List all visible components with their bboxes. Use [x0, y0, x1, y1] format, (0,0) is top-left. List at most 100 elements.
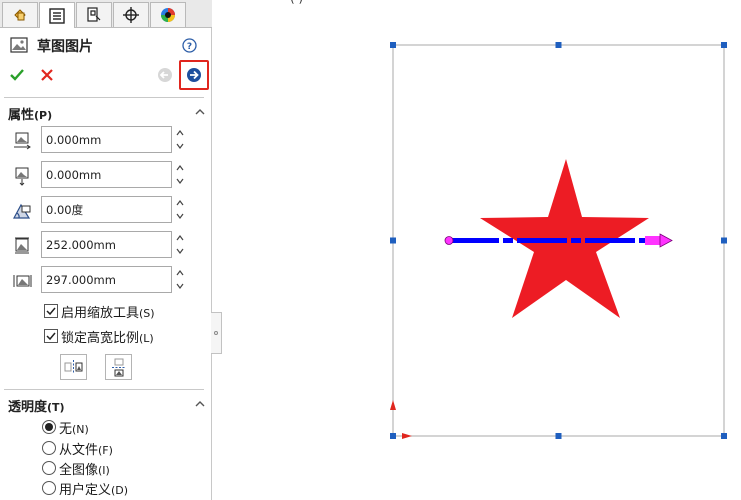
width-field[interactable]: 297.000mm [41, 266, 172, 293]
check-icon [46, 307, 56, 316]
radio-label: 用户定义(D) [59, 479, 128, 498]
crosshair-icon [123, 7, 139, 23]
property-manager-panel: 草图图片 ? 属性(P) 0.000mm 0.000mm 0.00度 252.0… [0, 0, 212, 500]
origin-x-field[interactable]: 0.000mm [41, 126, 172, 153]
feature-manager-icon [14, 9, 26, 21]
flip-vertical-button[interactable] [105, 354, 132, 380]
tab-display-manager[interactable] [150, 2, 186, 27]
transparency-heading: 透明度 [8, 400, 48, 415]
radio-hotkey: (D) [111, 483, 129, 497]
origin-y-row: 0.000mm [0, 161, 212, 189]
resize-handle[interactable] [721, 237, 727, 244]
radio-hotkey: (N) [72, 422, 89, 436]
flip-horizontal-icon [64, 360, 83, 374]
enable-scale-tool-checkbox[interactable]: 启用缩放工具(S) [44, 302, 209, 321]
origin-y-field[interactable]: 0.000mm [41, 161, 172, 188]
radio-text: 从文件 [59, 442, 99, 458]
radio-hotkey: (F) [98, 443, 113, 457]
properties-hotkey: (P) [34, 109, 53, 122]
checkbox-hotkey: (L) [139, 331, 154, 345]
angle-row: 0.00度 [0, 196, 212, 224]
next-button[interactable] [179, 60, 209, 90]
transparency-option-from-file[interactable]: 从文件(F) [42, 439, 207, 458]
checkbox[interactable] [44, 329, 58, 343]
radio-label: 从文件(F) [59, 439, 113, 458]
height-field[interactable]: 252.000mm [41, 231, 172, 258]
transparency-option-full-image[interactable]: 全图像(I) [42, 459, 207, 478]
spin-arrows-icon[interactable] [174, 267, 186, 292]
tab-feature-manager[interactable] [2, 2, 38, 27]
checkbox-text: 启用缩放工具 [61, 305, 140, 321]
chevron-up-icon[interactable] [194, 106, 206, 118]
graphics-area[interactable] [222, 0, 741, 500]
checkbox-hotkey: (S) [139, 306, 155, 320]
axis-end-handle[interactable] [645, 236, 662, 245]
page-title: 草图图片 [37, 39, 93, 55]
radio-button[interactable] [42, 420, 56, 434]
panel-title-bar: 草图图片 ? [0, 34, 212, 58]
origin-x-icon [14, 132, 31, 150]
divider [4, 97, 204, 98]
flip-vertical-icon [111, 358, 126, 376]
radio-text: 无 [59, 421, 73, 437]
panel-collapse-handle[interactable] [211, 312, 222, 354]
lock-aspect-ratio-checkbox[interactable]: 锁定高宽比例(L) [44, 327, 209, 346]
checkbox[interactable] [44, 304, 58, 318]
tab-dimxpert-manager[interactable] [113, 2, 149, 27]
check-icon [46, 332, 56, 341]
radio-label: 全图像(I) [59, 459, 110, 478]
properties-section-header[interactable]: 属性(P) [8, 104, 208, 124]
height-row: 252.000mm [0, 231, 212, 259]
color-wheel-icon [161, 8, 175, 22]
radio-label: 无(N) [59, 418, 89, 437]
radio-text: 用户定义 [59, 482, 112, 498]
axis-arrowhead[interactable] [659, 233, 673, 248]
resize-handle[interactable] [555, 42, 562, 48]
resize-handle[interactable] [390, 237, 396, 244]
transparency-option-none[interactable]: 无(N) [42, 418, 207, 437]
resize-handle[interactable] [390, 42, 396, 48]
sketch-picture-icon [10, 37, 28, 53]
radio-button[interactable] [42, 481, 56, 495]
radio-button[interactable] [42, 461, 56, 475]
width-row: 297.000mm [0, 266, 212, 294]
ok-button[interactable] [8, 66, 26, 84]
angle-field[interactable]: 0.00度 [41, 196, 172, 223]
checkbox-text: 锁定高宽比例 [61, 330, 140, 346]
divider [4, 389, 204, 390]
properties-heading: 属性 [8, 108, 35, 123]
manager-tab-bar [0, 0, 212, 28]
back-button[interactable] [156, 66, 174, 84]
radio-hotkey: (I) [98, 463, 110, 477]
angle-icon [12, 203, 31, 219]
spin-arrows-icon[interactable] [174, 162, 186, 187]
resize-handle[interactable] [721, 42, 727, 48]
configuration-manager-icon [87, 7, 101, 22]
resize-handle[interactable] [721, 433, 727, 439]
resize-handle[interactable] [390, 433, 396, 439]
arrow-right-icon [187, 68, 201, 82]
transparency-section-header[interactable]: 透明度(T) [8, 396, 208, 416]
origin-y-icon [15, 167, 29, 186]
spin-arrows-icon[interactable] [174, 197, 186, 222]
tab-property-manager[interactable] [39, 2, 75, 28]
radio-text: 全图像 [59, 462, 99, 478]
radio-dot [45, 423, 53, 431]
transparency-option-user-defined[interactable]: 用户定义(D) [42, 479, 207, 498]
transparency-hotkey: (T) [47, 401, 65, 414]
radio-button[interactable] [42, 441, 56, 455]
axis-start-point[interactable] [444, 236, 454, 245]
checkbox-label: 锁定高宽比例(L) [61, 327, 154, 346]
resize-handle[interactable] [555, 433, 562, 439]
chevron-up-icon[interactable] [194, 398, 206, 410]
spin-arrows-icon[interactable] [174, 232, 186, 257]
cancel-button[interactable] [38, 66, 56, 84]
tab-configuration-manager[interactable] [76, 2, 112, 27]
svg-text:?: ? [187, 42, 192, 52]
height-icon [15, 237, 29, 254]
help-icon[interactable]: ? [182, 38, 197, 53]
origin-x-row: 0.000mm [0, 126, 212, 154]
origin-y-arrow [390, 400, 396, 410]
flip-horizontal-button[interactable] [60, 354, 87, 380]
spin-arrows-icon[interactable] [174, 127, 186, 152]
